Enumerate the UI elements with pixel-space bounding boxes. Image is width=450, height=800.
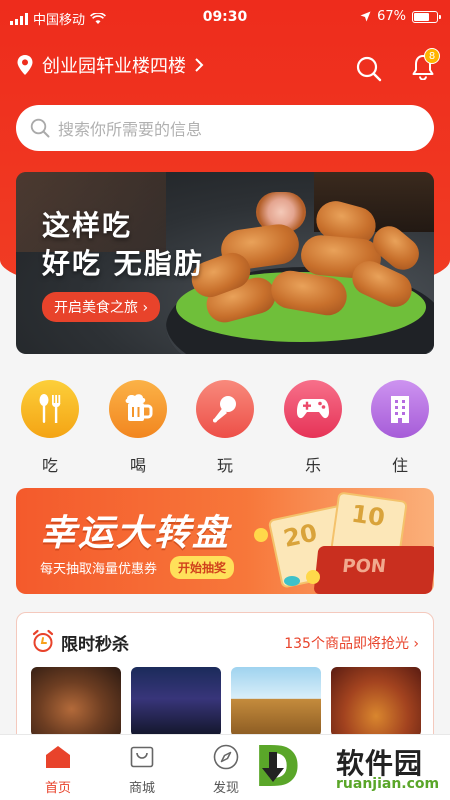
product-thumbnail[interactable]: [31, 667, 121, 737]
banner-headline-2: 好吃 无脂肪: [42, 247, 204, 280]
tab-mall[interactable]: 商城: [112, 743, 172, 796]
coin-decoration: [254, 528, 268, 542]
tab-label: 首页: [44, 781, 71, 796]
status-bar: 中国移动 09:30 67%: [0, 0, 450, 34]
coupon-box-image: PON: [313, 546, 434, 594]
coupon-box-text: PON: [341, 556, 388, 577]
category-label: 住: [391, 456, 408, 475]
alarm-clock-icon: [32, 629, 54, 652]
notification-badge: 8: [424, 48, 440, 64]
beer-icon: [125, 394, 153, 421]
category-label: 喝: [129, 456, 146, 475]
tab-discover[interactable]: 发现: [196, 743, 256, 796]
category-label: 玩: [216, 456, 233, 475]
map-pin-icon: [17, 55, 33, 75]
flash-sale-section: 限时秒杀 135个商品即将抢光 ›: [16, 612, 434, 752]
food-banner[interactable]: 这样吃 好吃 无脂肪 开启美食之旅 ›: [16, 172, 434, 354]
tab-home[interactable]: 首页: [28, 743, 88, 796]
battery-fill: [414, 12, 429, 21]
gamepad-icon: [297, 399, 329, 419]
promo-title: 幸运大转盘: [40, 513, 231, 554]
location-arrow-icon: [360, 11, 371, 22]
coin-decoration: [284, 576, 300, 586]
category-icon-bg: [196, 380, 254, 438]
category-label: 乐: [304, 456, 321, 475]
watermark-url: ruanjian.com: [336, 776, 440, 792]
download-arrow-icon: [262, 752, 284, 782]
microphone-icon: [213, 396, 236, 423]
search-placeholder: 搜索你所需要的信息: [58, 120, 203, 139]
status-right: 67%: [360, 9, 441, 24]
category-eat[interactable]: 吃: [15, 380, 85, 476]
coin-decoration: [306, 570, 320, 584]
tab-label: 商城: [128, 781, 155, 796]
compass-icon: [213, 744, 239, 770]
location-label: 创业园轩业楼四楼: [42, 56, 186, 77]
category-icon-bg: [109, 380, 167, 438]
category-stay[interactable]: 住: [365, 380, 435, 476]
notification-button[interactable]: 8: [412, 48, 440, 84]
coupon-ticket-text: 10: [349, 499, 387, 532]
category-label: 吃: [41, 456, 58, 475]
search-input[interactable]: 搜索你所需要的信息: [16, 105, 434, 151]
product-thumbnail[interactable]: [231, 667, 321, 737]
tab-label: 发现: [212, 781, 239, 796]
flash-sale-more-link[interactable]: 135个商品即将抢光 ›: [284, 633, 419, 653]
category-row: 吃 喝 玩 乐 住: [0, 380, 450, 475]
flash-sale-title: 限时秒杀: [61, 635, 129, 655]
fork-spoon-icon: [39, 394, 61, 423]
banner-headline-1: 这样吃: [42, 209, 133, 242]
battery-percent: 67%: [377, 9, 406, 24]
promo-subtitle: 每天抽取海量优惠券: [40, 562, 158, 577]
category-drink[interactable]: 喝: [103, 380, 173, 476]
category-icon-bg: [21, 380, 79, 438]
start-lottery-button[interactable]: 开始抽奖: [170, 556, 235, 579]
category-fun[interactable]: 乐: [278, 380, 348, 476]
search-icon: [30, 118, 50, 138]
banner-cta-button[interactable]: 开启美食之旅 ›: [42, 292, 161, 322]
category-play[interactable]: 玩: [190, 380, 260, 476]
mall-icon: [130, 746, 154, 768]
chevron-right-icon: [195, 58, 204, 72]
category-icon-bg: [371, 380, 429, 438]
home-icon: [46, 746, 70, 768]
site-watermark: D 软件园 ruanjian.com: [252, 738, 450, 800]
product-thumbnail[interactable]: [331, 667, 421, 737]
building-icon: [391, 396, 409, 423]
lucky-wheel-banner[interactable]: 20 10 PON 幸运大转盘 每天抽取海量优惠券 开始抽奖: [16, 488, 434, 594]
search-icon[interactable]: [356, 56, 382, 82]
top-actions: 8: [356, 48, 440, 84]
product-thumbnail[interactable]: [131, 667, 221, 737]
top-bar: 创业园轩业楼四楼 8: [16, 48, 440, 88]
category-icon-bg: [284, 380, 342, 438]
battery-icon: [412, 10, 441, 23]
coupon-ticket-text: 20: [281, 518, 320, 553]
